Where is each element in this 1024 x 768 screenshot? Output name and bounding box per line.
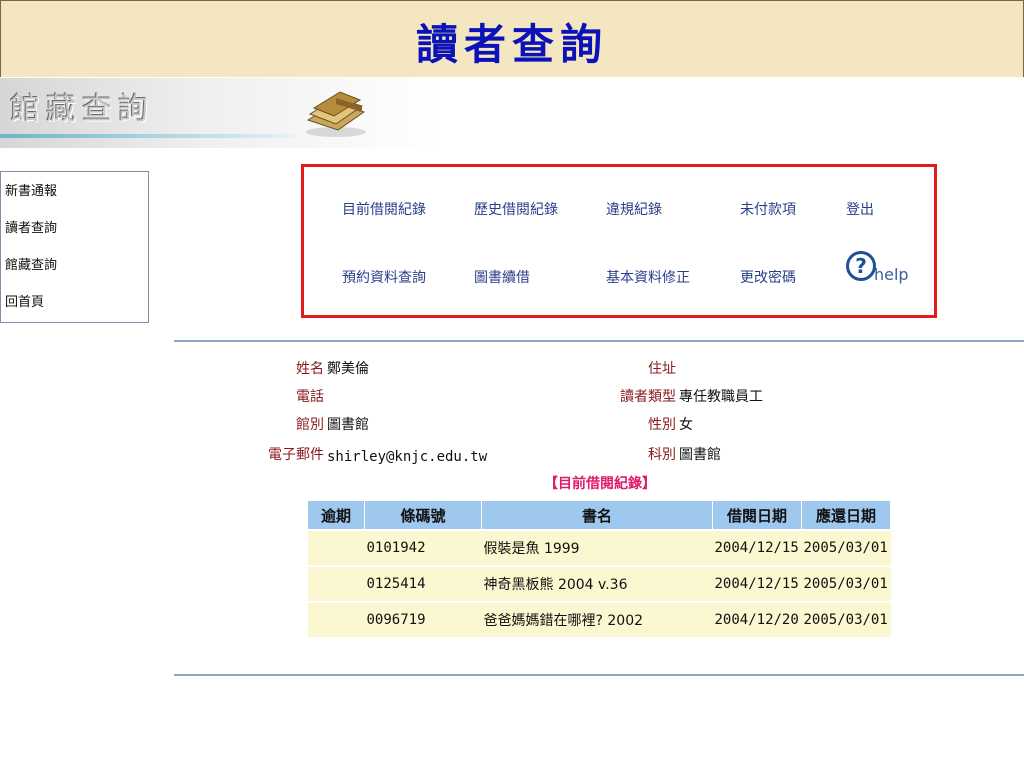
column-header-due: 應還日期	[801, 500, 891, 531]
page-title: 讀者查詢	[415, 20, 608, 69]
section-title-current-loans: 【目前借閱紀錄】	[544, 476, 656, 492]
table-row: 0101942 假裝是魚 1999 2004/12/15 2005/03/01	[307, 529, 891, 566]
label-address: 住址	[648, 361, 676, 377]
current-loans-table: 逾期 條碼號 書名 借閱日期 應還日期 0101942 假裝是魚 1999 20…	[307, 500, 891, 637]
column-header-title: 書名	[481, 500, 713, 531]
menu-current-loans[interactable]: 目前借閱紀錄	[342, 199, 426, 219]
sidebar-nav: 新書通報 讀者查詢 館藏查詢 回首頁	[0, 171, 149, 323]
divider-top	[174, 340, 1024, 342]
menu-loan-history[interactable]: 歷史借閱紀錄	[474, 199, 558, 219]
question-circle-icon: ?	[846, 251, 876, 281]
menu-reservations[interactable]: 預約資料查詢	[342, 267, 426, 287]
value-gender: 女	[679, 417, 693, 433]
help-link[interactable]: ? help	[846, 251, 916, 291]
value-branch: 圖書館	[327, 417, 369, 433]
column-header-borrowed: 借閱日期	[712, 500, 802, 531]
cell-title: 假裝是魚 1999	[481, 529, 713, 566]
label-branch: 館別	[296, 417, 324, 433]
cell-barcode: 0101942	[364, 529, 482, 566]
site-banner: 館藏查詢	[0, 78, 440, 148]
sidebar-item-collection-query[interactable]: 館藏查詢	[5, 254, 57, 273]
cell-barcode: 0125414	[364, 565, 482, 602]
table-row: 0096719 爸爸媽媽錯在哪裡? 2002 2004/12/20 2005/0…	[307, 601, 891, 637]
label-dept: 科別	[648, 447, 676, 463]
table-header-row: 逾期 條碼號 書名 借閱日期 應還日期	[307, 500, 891, 531]
cell-title: 爸爸媽媽錯在哪裡? 2002	[481, 601, 713, 637]
help-label: help	[874, 265, 909, 284]
column-header-overdue: 逾期	[307, 500, 365, 531]
menu-renew[interactable]: 圖書續借	[474, 267, 530, 287]
value-dept: 圖書館	[679, 447, 721, 463]
value-email: shirley@knjc.edu.tw	[327, 449, 488, 465]
label-name: 姓名	[296, 361, 324, 377]
divider-bottom	[174, 674, 1024, 676]
menu-change-password[interactable]: 更改密碼	[740, 267, 796, 287]
menu-violations[interactable]: 違規紀錄	[606, 199, 662, 219]
sidebar-item-reader-query[interactable]: 讀者查詢	[5, 217, 57, 236]
cell-overdue	[307, 529, 365, 566]
cell-due: 2005/03/01	[801, 565, 891, 602]
books-icon	[306, 91, 366, 137]
label-phone: 電話	[296, 389, 324, 405]
menu-logout[interactable]: 登出	[846, 199, 874, 219]
menu-edit-profile[interactable]: 基本資料修正	[606, 267, 690, 287]
cell-borrowed: 2004/12/15	[712, 529, 802, 566]
cell-borrowed: 2004/12/20	[712, 601, 802, 637]
cell-due: 2005/03/01	[801, 529, 891, 566]
value-name: 鄭美倫	[327, 361, 369, 377]
reader-function-menu: 目前借閱紀錄 歷史借閱紀錄 違規紀錄 未付款項 登出 預約資料查詢 圖書續借 基…	[301, 164, 937, 318]
cell-barcode: 0096719	[364, 601, 482, 637]
label-reader-type: 讀者類型	[620, 389, 676, 405]
table-row: 0125414 神奇黑板熊 2004 v.36 2004/12/15 2005/…	[307, 565, 891, 602]
cell-due: 2005/03/01	[801, 601, 891, 637]
cell-borrowed: 2004/12/15	[712, 565, 802, 602]
label-email: 電子郵件	[268, 447, 324, 463]
slide-title-bar: 讀者查詢	[0, 0, 1024, 77]
cell-overdue	[307, 601, 365, 637]
banner-stripe	[0, 134, 300, 138]
cell-overdue	[307, 565, 365, 602]
sidebar-item-new-books[interactable]: 新書通報	[5, 180, 57, 199]
cell-title: 神奇黑板熊 2004 v.36	[481, 565, 713, 602]
sidebar-item-home[interactable]: 回首頁	[5, 291, 44, 310]
column-header-barcode: 條碼號	[364, 500, 482, 531]
label-gender: 性別	[648, 417, 676, 433]
menu-unpaid[interactable]: 未付款項	[740, 199, 796, 219]
banner-logo-text: 館藏查詢	[10, 92, 154, 127]
value-reader-type: 專任教職員工	[679, 389, 763, 405]
